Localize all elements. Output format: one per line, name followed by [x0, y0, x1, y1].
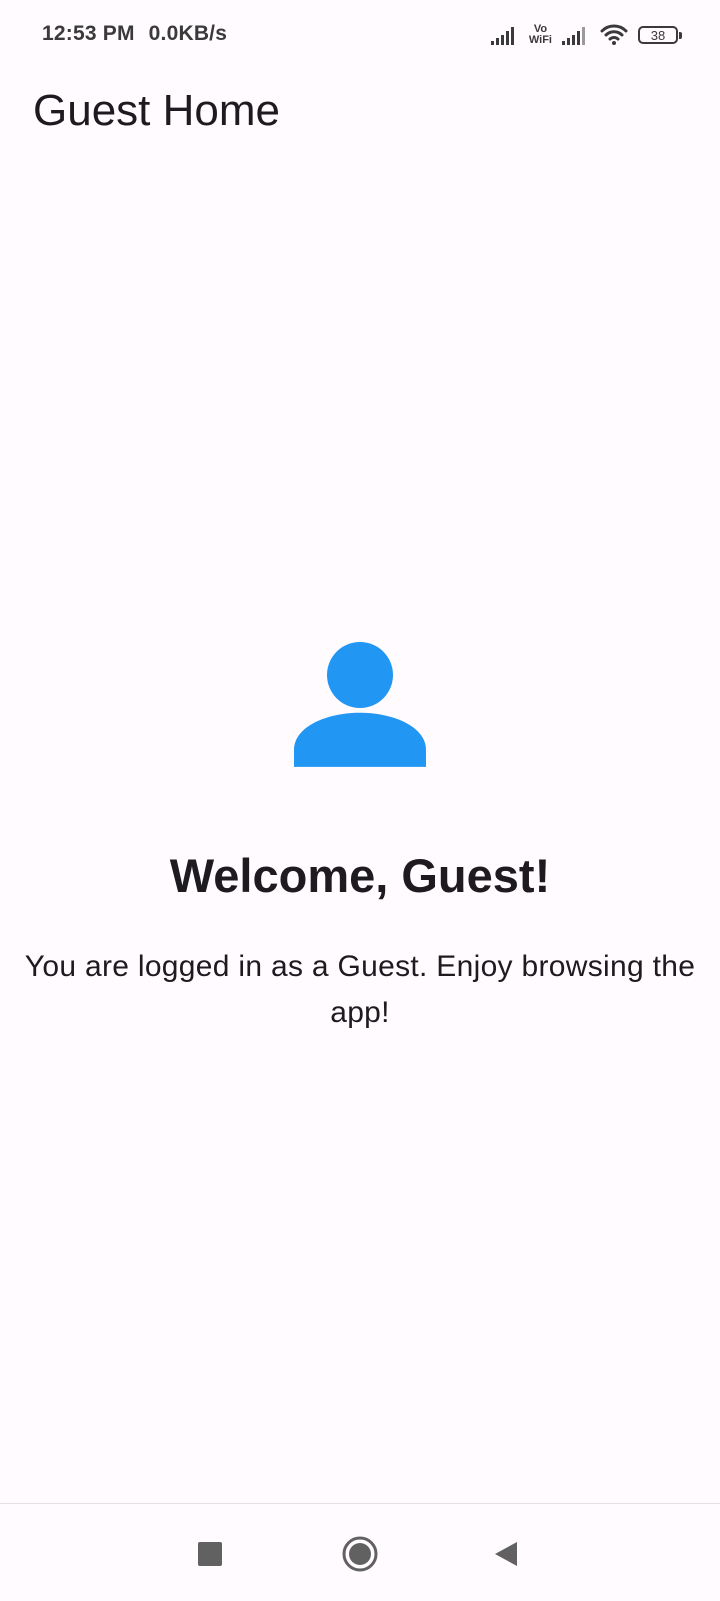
app-bar: Guest Home: [0, 72, 720, 148]
back-icon: [495, 1542, 517, 1566]
welcome-title: Welcome, Guest!: [169, 849, 551, 902]
battery-icon: 38: [638, 26, 682, 44]
status-time: 12:53 PM: [42, 22, 135, 45]
status-icons: Vo WiFi 38: [490, 20, 682, 50]
home-icon: [342, 1536, 378, 1572]
home-button[interactable]: [340, 1534, 380, 1574]
system-nav-bar: [0, 1503, 720, 1601]
back-button[interactable]: [486, 1534, 526, 1574]
signal-icon: [562, 27, 585, 45]
welcome-message: You are logged in as a Guest. Enjoy brow…: [24, 949, 696, 1029]
recents-icon: [198, 1542, 222, 1566]
vowifi-bottom: WiFi: [528, 34, 552, 46]
status-bar: 12:53 PM 0.0KB/s Vo WiFi 38: [0, 0, 720, 72]
recents-button[interactable]: [190, 1534, 230, 1574]
network-speed: 0.0KB/s: [148, 22, 228, 45]
page-title: Guest Home: [33, 86, 280, 135]
signal-icon: [490, 27, 514, 45]
battery-level: 38: [650, 27, 666, 43]
welcome-section: Welcome, Guest! You are logged in as a G…: [0, 640, 720, 1036]
vowifi-icon: Vo WiFi: [529, 24, 552, 46]
person-icon: [294, 642, 426, 767]
status-left: 12:53 PM 0.0KB/s: [42, 22, 227, 46]
wifi-icon: [600, 24, 628, 45]
